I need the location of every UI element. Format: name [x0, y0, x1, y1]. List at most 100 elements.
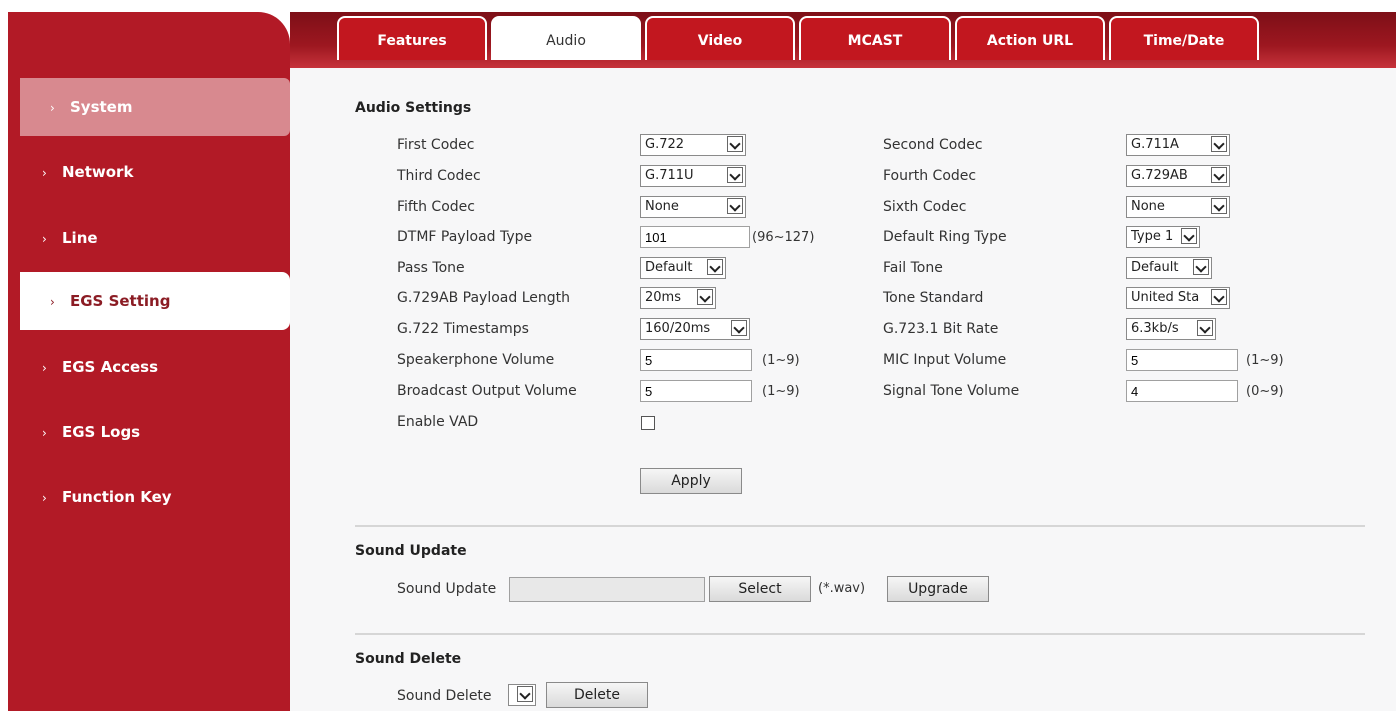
pass-tone-value: Default: [645, 260, 693, 275]
sound-delete-title: Sound Delete: [355, 651, 462, 667]
sidebar-item-egs-access[interactable]: › EGS Access: [8, 338, 290, 396]
sidebar-item-egs-logs[interactable]: › EGS Logs: [8, 403, 290, 461]
chevron-right-icon: ›: [50, 101, 55, 115]
chevron-down-icon: [1181, 228, 1197, 244]
fourth-codec-label: Fourth Codec: [883, 168, 977, 184]
g729ab-payload-length-label: G.729AB Payload Length: [397, 290, 570, 306]
g722-timestamps-select[interactable]: 160/20ms: [640, 318, 750, 340]
sound-delete-label: Sound Delete: [397, 688, 492, 704]
chevron-down-icon: [731, 320, 747, 336]
sound-delete-select[interactable]: [508, 684, 536, 706]
tone-standard-value: United Sta: [1131, 290, 1200, 305]
chevron-down-icon: [1211, 167, 1227, 183]
g722-timestamps-value: 160/20ms: [645, 321, 711, 336]
sound-update-file-input[interactable]: [509, 577, 705, 602]
sidebar-item-label: EGS Setting: [70, 292, 171, 310]
tab-action-url[interactable]: Action URL: [955, 16, 1105, 60]
first-codec-value: G.722: [645, 137, 685, 152]
tab-mcast[interactable]: MCAST: [799, 16, 951, 60]
chevron-down-icon: [727, 136, 743, 152]
sidebar-item-label: Line: [62, 229, 98, 247]
g7231-bit-rate-value: 6.3kb/s: [1131, 321, 1179, 336]
sidebar: › System › Network › Line › EGS Setting › EGS…: [8, 12, 290, 711]
audio-settings-title: Audio Settings: [355, 100, 472, 116]
chevron-down-icon: [707, 259, 723, 275]
third-codec-value: G.711U: [645, 168, 694, 183]
default-ring-type-value: Type 1: [1131, 229, 1174, 244]
mic-input-volume-label: MIC Input Volume: [883, 352, 1007, 368]
enable-vad-checkbox[interactable]: [641, 416, 655, 430]
select-file-button[interactable]: Select: [709, 576, 811, 602]
fourth-codec-value: G.729AB: [1131, 168, 1188, 183]
chevron-down-icon: [517, 686, 533, 702]
fail-tone-value: Default: [1131, 260, 1179, 275]
dtmf-range-hint: (96~127): [752, 230, 815, 245]
sidebar-item-egs-setting[interactable]: › EGS Setting: [20, 272, 290, 330]
wav-format-hint: (*.wav): [818, 581, 866, 596]
chevron-right-icon: ›: [42, 232, 47, 246]
chevron-right-icon: ›: [42, 166, 47, 180]
speakerphone-volume-input[interactable]: [640, 349, 752, 371]
chevron-down-icon: [1211, 198, 1227, 214]
sidebar-item-network[interactable]: › Network: [8, 143, 290, 201]
g7231-bit-rate-label: G.723.1 Bit Rate: [883, 321, 999, 337]
chevron-right-icon: ›: [50, 295, 55, 309]
delete-button[interactable]: Delete: [546, 682, 648, 708]
enable-vad-label: Enable VAD: [397, 414, 479, 430]
sidebar-item-function-key[interactable]: › Function Key: [8, 468, 290, 526]
chevron-down-icon: [727, 167, 743, 183]
third-codec-label: Third Codec: [397, 168, 481, 184]
speakerphone-volume-hint: (1~9): [762, 353, 800, 368]
mic-input-volume-hint: (1~9): [1246, 353, 1284, 368]
upgrade-button[interactable]: Upgrade: [887, 576, 989, 602]
fifth-codec-value: None: [645, 199, 679, 214]
fifth-codec-select[interactable]: None: [640, 196, 746, 218]
sidebar-item-label: EGS Access: [62, 358, 159, 376]
second-codec-select[interactable]: G.711A: [1126, 134, 1230, 156]
tab-time-date[interactable]: Time/Date: [1109, 16, 1259, 60]
tab-video[interactable]: Video: [645, 16, 795, 60]
sidebar-item-label: Network: [62, 163, 134, 181]
g7231-bit-rate-select[interactable]: 6.3kb/s: [1126, 318, 1216, 340]
broadcast-output-volume-input[interactable]: [640, 380, 752, 402]
signal-tone-volume-label: Signal Tone Volume: [883, 383, 1020, 399]
chevron-right-icon: ›: [42, 491, 47, 505]
sixth-codec-label: Sixth Codec: [883, 199, 967, 215]
chevron-down-icon: [1211, 136, 1227, 152]
broadcast-output-volume-label: Broadcast Output Volume: [397, 383, 577, 399]
mic-input-volume-input[interactable]: [1126, 349, 1238, 371]
divider: [355, 633, 1365, 635]
g729ab-payload-length-value: 20ms: [645, 290, 681, 305]
dtmf-payload-label: DTMF Payload Type: [397, 229, 533, 245]
chevron-down-icon: [727, 198, 743, 214]
third-codec-select[interactable]: G.711U: [640, 165, 746, 187]
sidebar-item-system[interactable]: › System: [20, 78, 290, 136]
fifth-codec-label: Fifth Codec: [397, 199, 475, 215]
tab-features[interactable]: Features: [337, 16, 487, 60]
tone-standard-select[interactable]: United Sta: [1126, 287, 1230, 309]
sixth-codec-select[interactable]: None: [1126, 196, 1230, 218]
chevron-down-icon: [1197, 320, 1213, 336]
tab-audio[interactable]: Audio: [491, 16, 641, 60]
chevron-down-icon: [1211, 289, 1227, 305]
fourth-codec-select[interactable]: G.729AB: [1126, 165, 1230, 187]
sidebar-item-label: System: [70, 98, 133, 116]
content-panel: Audio Settings First Codec G.722 Third C…: [290, 68, 1396, 711]
g722-timestamps-label: G.722 Timestamps: [397, 321, 529, 337]
chevron-right-icon: ›: [42, 361, 47, 375]
sixth-codec-value: None: [1131, 199, 1165, 214]
pass-tone-select[interactable]: Default: [640, 257, 726, 279]
sidebar-item-line[interactable]: › Line: [8, 209, 290, 267]
dtmf-payload-input[interactable]: [640, 226, 750, 248]
fail-tone-select[interactable]: Default: [1126, 257, 1212, 279]
tone-standard-label: Tone Standard: [883, 290, 984, 306]
apply-button[interactable]: Apply: [640, 468, 742, 494]
default-ring-type-select[interactable]: Type 1: [1126, 226, 1200, 248]
signal-tone-volume-input[interactable]: [1126, 380, 1238, 402]
divider: [355, 525, 1365, 527]
chevron-right-icon: ›: [42, 426, 47, 440]
default-ring-type-label: Default Ring Type: [883, 229, 1007, 245]
first-codec-select[interactable]: G.722: [640, 134, 746, 156]
chevron-down-icon: [697, 289, 713, 305]
g729ab-payload-length-select[interactable]: 20ms: [640, 287, 716, 309]
